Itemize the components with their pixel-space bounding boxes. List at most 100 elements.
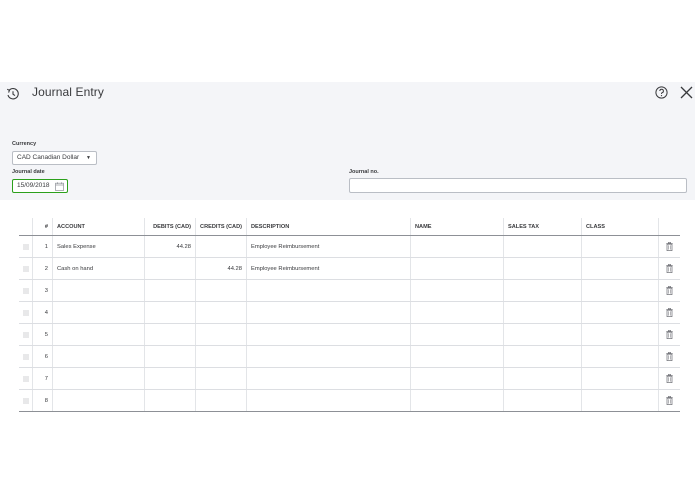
trash-icon[interactable] (666, 374, 673, 383)
sales-tax-cell[interactable] (504, 280, 582, 301)
drag-handle-icon[interactable] (23, 266, 29, 272)
account-cell[interactable] (53, 346, 145, 367)
description-cell[interactable] (247, 346, 411, 367)
description-cell[interactable] (247, 280, 411, 301)
class-cell[interactable] (582, 324, 659, 345)
drag-handle-cell[interactable] (19, 368, 33, 389)
drag-handle-icon[interactable] (23, 310, 29, 316)
journal-no-label: Journal no. (349, 169, 379, 175)
drag-handle-cell[interactable] (19, 236, 33, 257)
drag-handle-icon[interactable] (23, 332, 29, 338)
name-cell[interactable] (411, 324, 504, 345)
delete-cell (659, 258, 680, 279)
delete-cell (659, 324, 680, 345)
drag-handle-icon[interactable] (23, 376, 29, 382)
name-cell[interactable] (411, 258, 504, 279)
journal-date-field[interactable]: 15/09/2018 (12, 179, 68, 193)
trash-icon[interactable] (666, 396, 673, 405)
account-cell[interactable] (53, 280, 145, 301)
drag-handle-icon[interactable] (23, 288, 29, 294)
debits-cell[interactable] (145, 280, 196, 301)
header-name[interactable]: NAME (411, 218, 504, 235)
debits-cell[interactable] (145, 302, 196, 323)
sales-tax-cell[interactable] (504, 236, 582, 257)
credits-cell[interactable] (196, 236, 247, 257)
debits-cell[interactable] (145, 324, 196, 345)
drag-handle-cell[interactable] (19, 390, 33, 411)
header-description[interactable]: DESCRIPTION (247, 218, 411, 235)
debits-cell[interactable] (145, 368, 196, 389)
name-cell[interactable] (411, 390, 504, 411)
description-cell[interactable] (247, 390, 411, 411)
header-account[interactable]: ACCOUNT (53, 218, 145, 235)
class-cell[interactable] (582, 236, 659, 257)
history-icon[interactable] (6, 87, 20, 101)
debits-cell[interactable] (145, 258, 196, 279)
debits-cell[interactable] (145, 390, 196, 411)
description-cell[interactable]: Employee Reimbursement (247, 258, 411, 279)
sales-tax-cell[interactable] (504, 390, 582, 411)
credits-cell[interactable] (196, 368, 247, 389)
drag-handle-cell[interactable] (19, 258, 33, 279)
drag-handle-icon[interactable] (23, 354, 29, 360)
class-cell[interactable] (582, 346, 659, 367)
trash-icon[interactable] (666, 308, 673, 317)
credits-cell[interactable] (196, 324, 247, 345)
trash-icon[interactable] (666, 286, 673, 295)
trash-icon[interactable] (666, 264, 673, 273)
account-cell[interactable] (53, 368, 145, 389)
trash-icon[interactable] (666, 330, 673, 339)
calendar-icon[interactable] (55, 182, 64, 191)
header-sales-tax[interactable]: SALES TAX (504, 218, 582, 235)
drag-handle-cell[interactable] (19, 324, 33, 345)
credits-cell[interactable] (196, 280, 247, 301)
account-cell[interactable] (53, 302, 145, 323)
name-cell[interactable] (411, 368, 504, 389)
header-drag-cell (19, 218, 33, 235)
sales-tax-cell[interactable] (504, 368, 582, 389)
description-cell[interactable] (247, 324, 411, 345)
account-cell[interactable] (53, 390, 145, 411)
chevron-down-icon: ▼ (86, 155, 91, 161)
close-icon[interactable] (680, 86, 693, 99)
class-cell[interactable] (582, 368, 659, 389)
trash-icon[interactable] (666, 352, 673, 361)
credits-cell[interactable]: 44.28 (196, 258, 247, 279)
account-cell[interactable] (53, 324, 145, 345)
description-cell[interactable] (247, 368, 411, 389)
drag-handle-cell[interactable] (19, 280, 33, 301)
description-cell[interactable] (247, 302, 411, 323)
account-cell[interactable]: Sales Expense (53, 236, 145, 257)
sales-tax-cell[interactable] (504, 346, 582, 367)
class-cell[interactable] (582, 302, 659, 323)
drag-handle-icon[interactable] (23, 244, 29, 250)
journal-no-input[interactable] (349, 178, 687, 193)
header-credits[interactable]: CREDITS (CAD) (196, 218, 247, 235)
name-cell[interactable] (411, 302, 504, 323)
trash-icon[interactable] (666, 242, 673, 251)
header-debits[interactable]: DEBITS (CAD) (145, 218, 196, 235)
class-cell[interactable] (582, 280, 659, 301)
journal-date-label: Journal date (12, 169, 45, 175)
credits-cell[interactable] (196, 346, 247, 367)
currency-select[interactable]: CAD Canadian Dollar ▼ (12, 151, 97, 165)
header-class[interactable]: CLASS (582, 218, 659, 235)
name-cell[interactable] (411, 346, 504, 367)
credits-cell[interactable] (196, 302, 247, 323)
drag-handle-icon[interactable] (23, 398, 29, 404)
sales-tax-cell[interactable] (504, 302, 582, 323)
class-cell[interactable] (582, 258, 659, 279)
debits-cell[interactable] (145, 346, 196, 367)
account-cell[interactable]: Cash on hand (53, 258, 145, 279)
credits-cell[interactable] (196, 390, 247, 411)
sales-tax-cell[interactable] (504, 324, 582, 345)
drag-handle-cell[interactable] (19, 302, 33, 323)
class-cell[interactable] (582, 390, 659, 411)
sales-tax-cell[interactable] (504, 258, 582, 279)
help-icon[interactable] (655, 86, 668, 99)
name-cell[interactable] (411, 236, 504, 257)
description-cell[interactable]: Employee Reimbursement (247, 236, 411, 257)
drag-handle-cell[interactable] (19, 346, 33, 367)
debits-cell[interactable]: 44.28 (145, 236, 196, 257)
name-cell[interactable] (411, 280, 504, 301)
